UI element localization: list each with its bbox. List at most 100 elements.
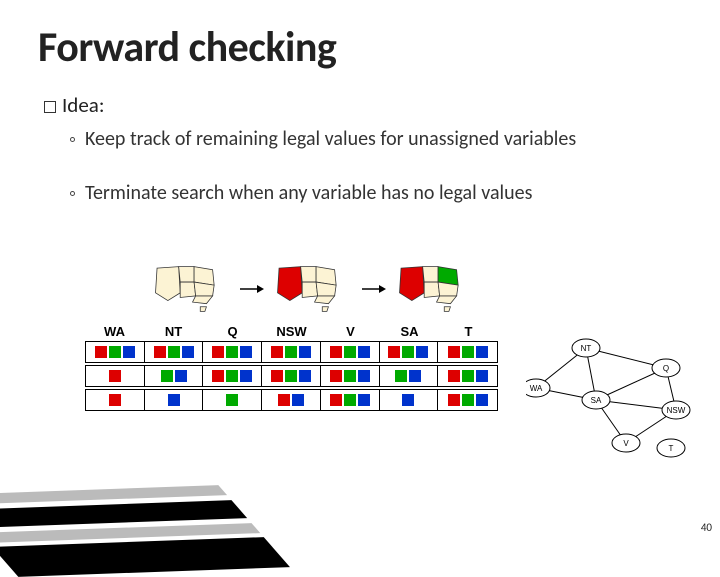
color-square-r (388, 346, 400, 358)
color-square-g (395, 370, 407, 382)
table-row (85, 389, 498, 411)
color-square-b (240, 346, 252, 358)
domain-cell (321, 342, 380, 362)
color-square-b (358, 370, 370, 382)
svg-text:WA: WA (530, 384, 543, 393)
color-square-r (212, 346, 224, 358)
column-header: Q (203, 324, 262, 339)
color-square-g (462, 370, 474, 382)
sub-bullet-1: Keep track of remaining legal values for… (70, 126, 630, 152)
color-square-g (285, 346, 297, 358)
color-square-g (226, 346, 238, 358)
domain-cell (438, 390, 497, 410)
color-square-g (402, 346, 414, 358)
color-square-r (271, 346, 283, 358)
color-square-b (476, 370, 488, 382)
table-rows (85, 341, 498, 411)
svg-text:Q: Q (663, 364, 669, 373)
color-square-b (123, 346, 135, 358)
table-row (85, 365, 498, 387)
color-square-b (409, 370, 421, 382)
color-square-b (402, 394, 414, 406)
color-square-r (278, 394, 290, 406)
color-square-r (212, 370, 224, 382)
sub-bullet-2: Terminate search when any variable has n… (70, 180, 630, 206)
svg-text:NT: NT (581, 344, 592, 353)
color-square-g (226, 394, 238, 406)
circle-bullet-icon (70, 137, 75, 142)
color-square-b (299, 370, 311, 382)
idea-bullet: Idea: (44, 92, 104, 118)
color-square-r (448, 346, 460, 358)
color-square-g (344, 394, 356, 406)
column-header: T (439, 324, 498, 339)
color-square-b (182, 346, 194, 358)
color-square-b (292, 394, 304, 406)
color-square-g (109, 346, 121, 358)
svg-text:SA: SA (591, 396, 602, 405)
color-square-r (448, 370, 460, 382)
color-square-g (344, 370, 356, 382)
australia-map-3 (394, 262, 476, 316)
sub-bullet-1-text: Keep track of remaining legal values for… (85, 127, 576, 151)
column-header: NT (144, 324, 203, 339)
domain-cell (203, 390, 262, 410)
domain-cell (262, 390, 321, 410)
idea-label: Idea (62, 92, 99, 118)
decorative-accent (0, 445, 288, 575)
color-square-g (226, 370, 238, 382)
color-square-g (462, 346, 474, 358)
domain-cell (86, 342, 145, 362)
column-header: WA (85, 324, 144, 339)
color-square-b (358, 394, 370, 406)
table-row (85, 341, 498, 363)
column-header: SA (380, 324, 439, 339)
color-square-b (358, 346, 370, 358)
domain-cell (438, 342, 497, 362)
color-square-r (109, 370, 121, 382)
square-bullet-icon (44, 101, 56, 113)
column-header: NSW (262, 324, 321, 339)
domain-cell (262, 342, 321, 362)
svg-text:T: T (669, 444, 674, 453)
domain-cell (203, 366, 262, 386)
domain-cell (145, 366, 204, 386)
domain-cell (438, 366, 497, 386)
domain-cell (321, 390, 380, 410)
australia-map-1 (150, 262, 232, 316)
color-square-g (344, 346, 356, 358)
domain-cell (262, 366, 321, 386)
color-square-r (330, 370, 342, 382)
domain-cell (321, 366, 380, 386)
domain-cell (145, 390, 204, 410)
color-square-g (285, 370, 297, 382)
color-square-b (476, 394, 488, 406)
page-number: 40 (701, 521, 712, 534)
color-square-b (476, 346, 488, 358)
svg-text:V: V (623, 439, 629, 448)
color-square-b (240, 370, 252, 382)
color-square-r (330, 346, 342, 358)
map-sequence (150, 262, 476, 316)
slide-title: Forward checking (38, 22, 336, 73)
circle-bullet-icon (70, 191, 75, 196)
domain-table: WANTQNSWVSAT (85, 324, 498, 411)
color-square-r (109, 394, 121, 406)
column-header: V (321, 324, 380, 339)
domain-cell (86, 366, 145, 386)
table-headers: WANTQNSWVSAT (85, 324, 498, 339)
domain-cell (380, 390, 439, 410)
color-square-r (95, 346, 107, 358)
color-square-b (168, 394, 180, 406)
domain-cell (86, 390, 145, 410)
color-square-r (448, 394, 460, 406)
color-square-g (462, 394, 474, 406)
color-square-r (271, 370, 283, 382)
svg-text:NSW: NSW (667, 406, 686, 415)
color-square-r (330, 394, 342, 406)
color-square-b (299, 346, 311, 358)
color-square-r (154, 346, 166, 358)
arrow-icon (240, 283, 264, 295)
arrow-icon (362, 283, 386, 295)
domain-cell (145, 342, 204, 362)
